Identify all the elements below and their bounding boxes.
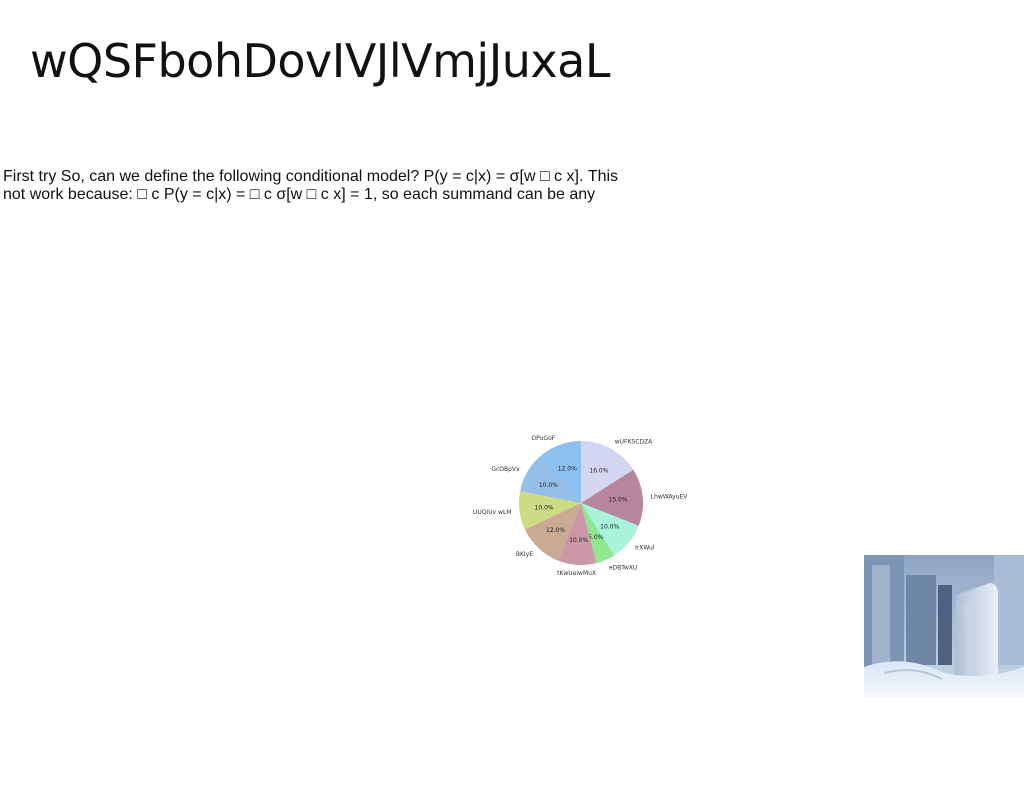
pie-slice-category-label: BKIyE bbox=[516, 551, 533, 558]
body-text-line: not work because: □ c P(y = c|x) = □ c σ… bbox=[3, 186, 596, 203]
pie-slice-category-label: IrXWul bbox=[635, 545, 655, 552]
pie-slice-percent-label: 12.0% bbox=[558, 465, 577, 472]
pie-slice-category-label: LhwWAyuEV bbox=[651, 493, 688, 500]
pie-slice-category-label: wUFKSCDZA bbox=[615, 439, 653, 446]
pie-slice-category-label: UUQIUv wLM bbox=[473, 509, 512, 516]
pie-slice-percent-label: 16.0% bbox=[589, 467, 608, 474]
slide-body-text: First try So, can we define the followin… bbox=[3, 168, 643, 204]
pie-slice-category-label: tKwUeiwMuX bbox=[557, 570, 596, 577]
pie-chart: 16.0% wUFKSCDZA 15.0% LhwWAyuEV 10.0% IrXWul 5… bbox=[470, 405, 700, 605]
pie-slice-category-label: GcOBpVx bbox=[491, 466, 520, 473]
pie-slice-percent-label: 10.0% bbox=[539, 482, 558, 489]
pie-slice-percent-label: 12.0% bbox=[546, 527, 565, 534]
pie-chart-svg: 16.0%wUFKSCDZA15.0% LhwWAyuEV10.0%IrXWul5… bbox=[473, 435, 688, 577]
pie-slice-category-label: OPuGoF bbox=[531, 435, 555, 442]
slide-title: wQSFbohDovIVJlVmjJuxaL bbox=[30, 34, 610, 88]
pie-slice-percent-label: 15.0% bbox=[609, 496, 628, 503]
pie-slice-percent-label: 10.0% bbox=[569, 537, 588, 544]
pie-slice-percent-label: 10.0% bbox=[600, 524, 619, 531]
pie-slice-percent-label: 10.0% bbox=[535, 505, 554, 512]
pie-slice-category-label: eDBTwXU bbox=[609, 564, 638, 571]
ice-landscape-image bbox=[864, 555, 1024, 697]
ice-landscape-illustration bbox=[864, 555, 1024, 697]
body-text-line: First try So, can we define the followin… bbox=[3, 168, 619, 185]
